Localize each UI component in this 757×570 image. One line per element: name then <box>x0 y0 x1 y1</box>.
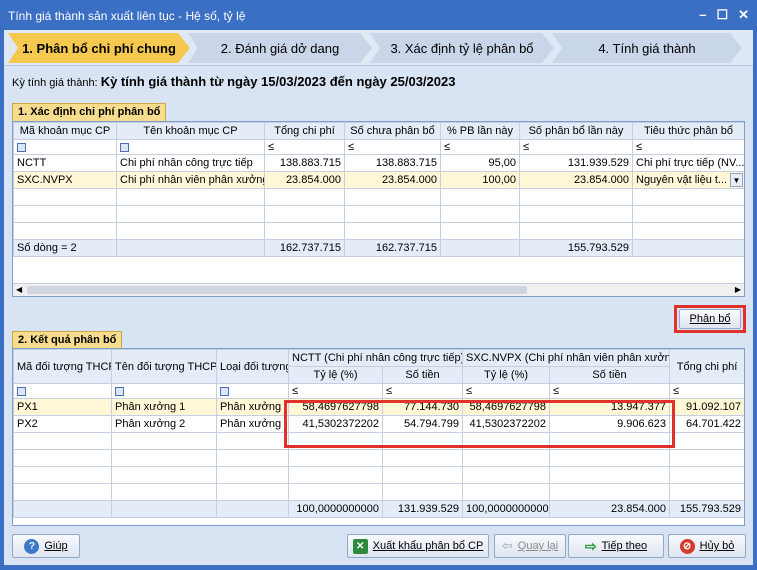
section-2-title: 2. Kết quả phân bổ <box>12 331 123 349</box>
step-1-tab[interactable]: 1. Phân bổ chi phí chung <box>8 33 190 63</box>
help-button[interactable]: ? Giúp <box>12 534 80 558</box>
col-ma-doi-tuong[interactable]: Mã đối tượng THCP <box>13 349 112 384</box>
scroll-left-icon[interactable]: ◀ <box>16 285 22 294</box>
section-1-title: 1. Xác định chi phí phân bổ <box>12 103 167 121</box>
filter-cell[interactable]: ≤ <box>264 139 345 155</box>
window: Tính giá thành sản xuất liên tục - Hệ số… <box>0 0 757 570</box>
filter-cell[interactable]: ≤ <box>632 139 744 155</box>
col-so-chua-phan-bo[interactable]: Số chưa phân bổ <box>344 122 441 140</box>
cancel-icon: ⊘ <box>679 538 695 554</box>
back-arrow-icon: ⇦ <box>501 538 513 553</box>
title-bar: Tính giá thành sản xuất liên tục - Hệ số… <box>0 0 757 30</box>
summary-row: Số dòng = 2 162.737.715 162.737.715 155.… <box>13 239 744 257</box>
filter-icon[interactable] <box>115 386 124 396</box>
col-pb-lan-nay[interactable]: % PB lần này <box>440 122 520 140</box>
col-ma-khoan-muc[interactable]: Mã khoản mục CP <box>13 122 117 140</box>
summary-row: 100,0000000000 131.939.529 100,000000000… <box>13 500 744 518</box>
filter-icon[interactable] <box>17 386 26 396</box>
col-ten-khoan-muc[interactable]: Tên khoản mục CP <box>116 122 265 140</box>
col-ten-doi-tuong[interactable]: Tên đối tượng THCP <box>111 349 217 384</box>
col-loai-doi-tuong[interactable]: Loại đối tượng <box>216 349 289 384</box>
step-4-tab[interactable]: 4. Tính giá thành <box>552 33 742 63</box>
col-group-nctt: NCTT (Chi phí nhân công trực tiếp) <box>287 349 464 367</box>
filter-icon[interactable] <box>220 386 229 396</box>
filter-cell[interactable]: ≤ <box>669 383 744 399</box>
filter-cell[interactable]: ≤ <box>462 383 551 399</box>
wizard-steps: 1. Phân bổ chi phí chung 2. Đánh giá dở … <box>4 30 753 66</box>
dialog-body: 1. Phân bổ chi phí chung 2. Đánh giá dở … <box>4 30 753 565</box>
maximize-icon[interactable]: ☐ <box>716 7 728 23</box>
col-tong-chi-phi[interactable]: Tổng chi phí <box>669 349 744 384</box>
period-label: Kỳ tính giá thành: <box>12 77 98 89</box>
filter-cell[interactable]: ≤ <box>288 383 383 399</box>
col-tong-chi-phi[interactable]: Tổng chi phí <box>264 122 345 140</box>
table-row[interactable]: NCTT Chi phí nhân công trực tiếp 138.883… <box>13 154 744 172</box>
col-so-tien[interactable]: Số tiền <box>381 366 464 384</box>
scroll-right-icon[interactable]: ▶ <box>735 285 741 294</box>
cancel-button[interactable]: ⊘ Hủy bỏ <box>668 534 746 558</box>
next-button[interactable]: ⇨ Tiếp theo <box>568 534 664 558</box>
period-row: Kỳ tính giá thành: Kỳ tính giá thành từ … <box>12 74 455 89</box>
excel-icon: ✕ <box>352 538 368 554</box>
filter-cell[interactable]: ≤ <box>440 139 520 155</box>
back-button[interactable]: ⇦ Quay lại <box>494 534 566 558</box>
row-count: Số dòng = 2 <box>13 239 117 257</box>
filter-cell[interactable]: ≤ <box>549 383 671 399</box>
next-arrow-icon: ⇨ <box>584 537 597 554</box>
filter-icon[interactable] <box>120 142 129 152</box>
chevron-down-icon[interactable]: ▼ <box>730 173 743 187</box>
scroll-thumb[interactable] <box>27 286 527 294</box>
col-tieu-thuc[interactable]: Tiêu thức phân bổ <box>632 122 744 140</box>
col-so-phan-bo[interactable]: Số phân bổ lần này <box>519 122 633 140</box>
help-icon: ? <box>24 538 40 554</box>
col-ty-le[interactable]: Tỷ lệ (%) <box>288 366 383 384</box>
col-ty-le[interactable]: Tỷ lệ (%) <box>462 366 551 384</box>
step-2-tab[interactable]: 2. Đánh giá dở dang <box>188 33 372 63</box>
window-title: Tính giá thành sản xuất liên tục - Hệ số… <box>8 9 246 23</box>
tieu-thuc-select[interactable]: Nguyên vật liệu t... ▼ <box>632 171 744 189</box>
phan-bo-button[interactable]: Phân bổ <box>679 309 741 329</box>
step-3-tab[interactable]: 3. Xác định tỷ lệ phân bổ <box>370 33 554 63</box>
highlight-box <box>284 400 675 448</box>
col-so-tien[interactable]: Số tiền <box>549 366 671 384</box>
filter-cell[interactable]: ≤ <box>381 383 464 399</box>
col-group-sxc: SXC.NVPX (Chi phí nhân viên phân xưởng <box>462 349 671 367</box>
horizontal-scrollbar[interactable]: ◀ ▶ <box>13 283 744 296</box>
filter-cell[interactable]: ≤ <box>519 139 633 155</box>
cost-allocation-grid: Mã khoản mục CP Tên khoản mục CP Tổng ch… <box>12 121 745 297</box>
minimize-icon[interactable]: – <box>699 7 706 23</box>
filter-icon[interactable] <box>17 142 26 152</box>
export-button[interactable]: ✕ Xuất khẩu phân bổ CP <box>347 534 489 558</box>
period-value: Kỳ tính giá thành từ ngày 15/03/2023 đến… <box>100 74 456 89</box>
close-icon[interactable]: ✕ <box>738 7 749 23</box>
filter-cell[interactable]: ≤ <box>344 139 441 155</box>
table-row[interactable]: SXC.NVPX Chi phí nhân viên phân xưởng 23… <box>13 171 744 189</box>
